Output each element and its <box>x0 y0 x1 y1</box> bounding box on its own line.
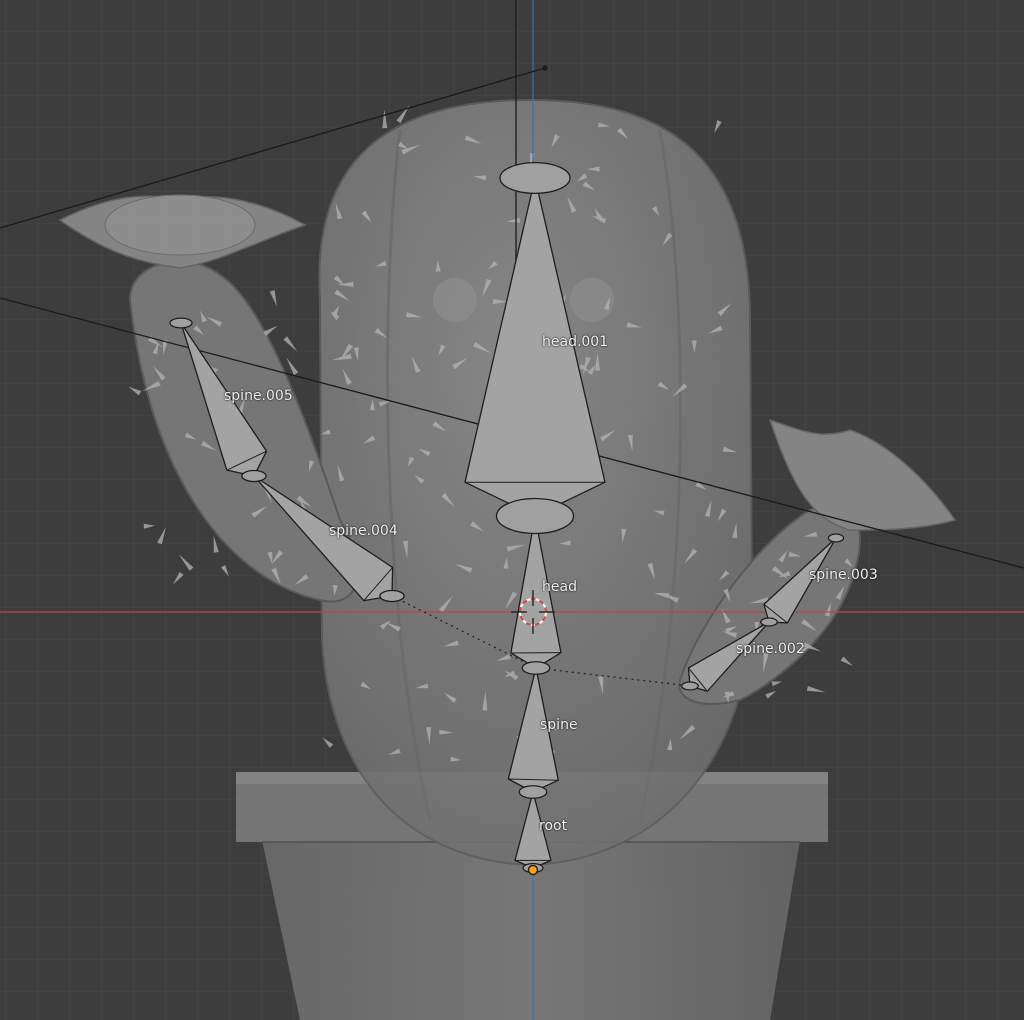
bone-label-spine-003: spine.003 <box>809 567 878 583</box>
bone-tail-joint-head-001[interactable] <box>499 161 571 195</box>
bone-head-joint-head[interactable] <box>521 661 551 675</box>
bone-head-joint-head-001[interactable] <box>495 497 575 535</box>
bone-head-joint-spine-002[interactable] <box>681 681 699 691</box>
bone-label-head: head <box>542 579 577 595</box>
origin-dot-icon[interactable] <box>527 864 539 876</box>
bone-tail-joint-spine-005[interactable] <box>169 317 193 329</box>
bone-head-joint-spine-004[interactable] <box>379 589 405 603</box>
bone-label-head-001: head.001 <box>542 334 609 350</box>
3d-viewport[interactable]: root spine head head.001 spine.002 spine… <box>0 0 1024 1020</box>
bone-label-spine-004: spine.004 <box>329 523 398 539</box>
bone-label-spine-002: spine.002 <box>736 641 805 657</box>
bone-head-joint-spine[interactable] <box>518 785 548 799</box>
bone-head-joint-spine-005[interactable] <box>241 469 267 483</box>
bone-head-joint-spine-003[interactable] <box>760 617 778 627</box>
bone-label-spine: spine <box>540 717 578 733</box>
viewport-scene[interactable] <box>0 0 1024 1020</box>
bone-label-root: root <box>539 818 568 834</box>
bone-label-spine-005: spine.005 <box>224 388 293 404</box>
bone-tail-joint-spine-003[interactable] <box>827 533 845 543</box>
